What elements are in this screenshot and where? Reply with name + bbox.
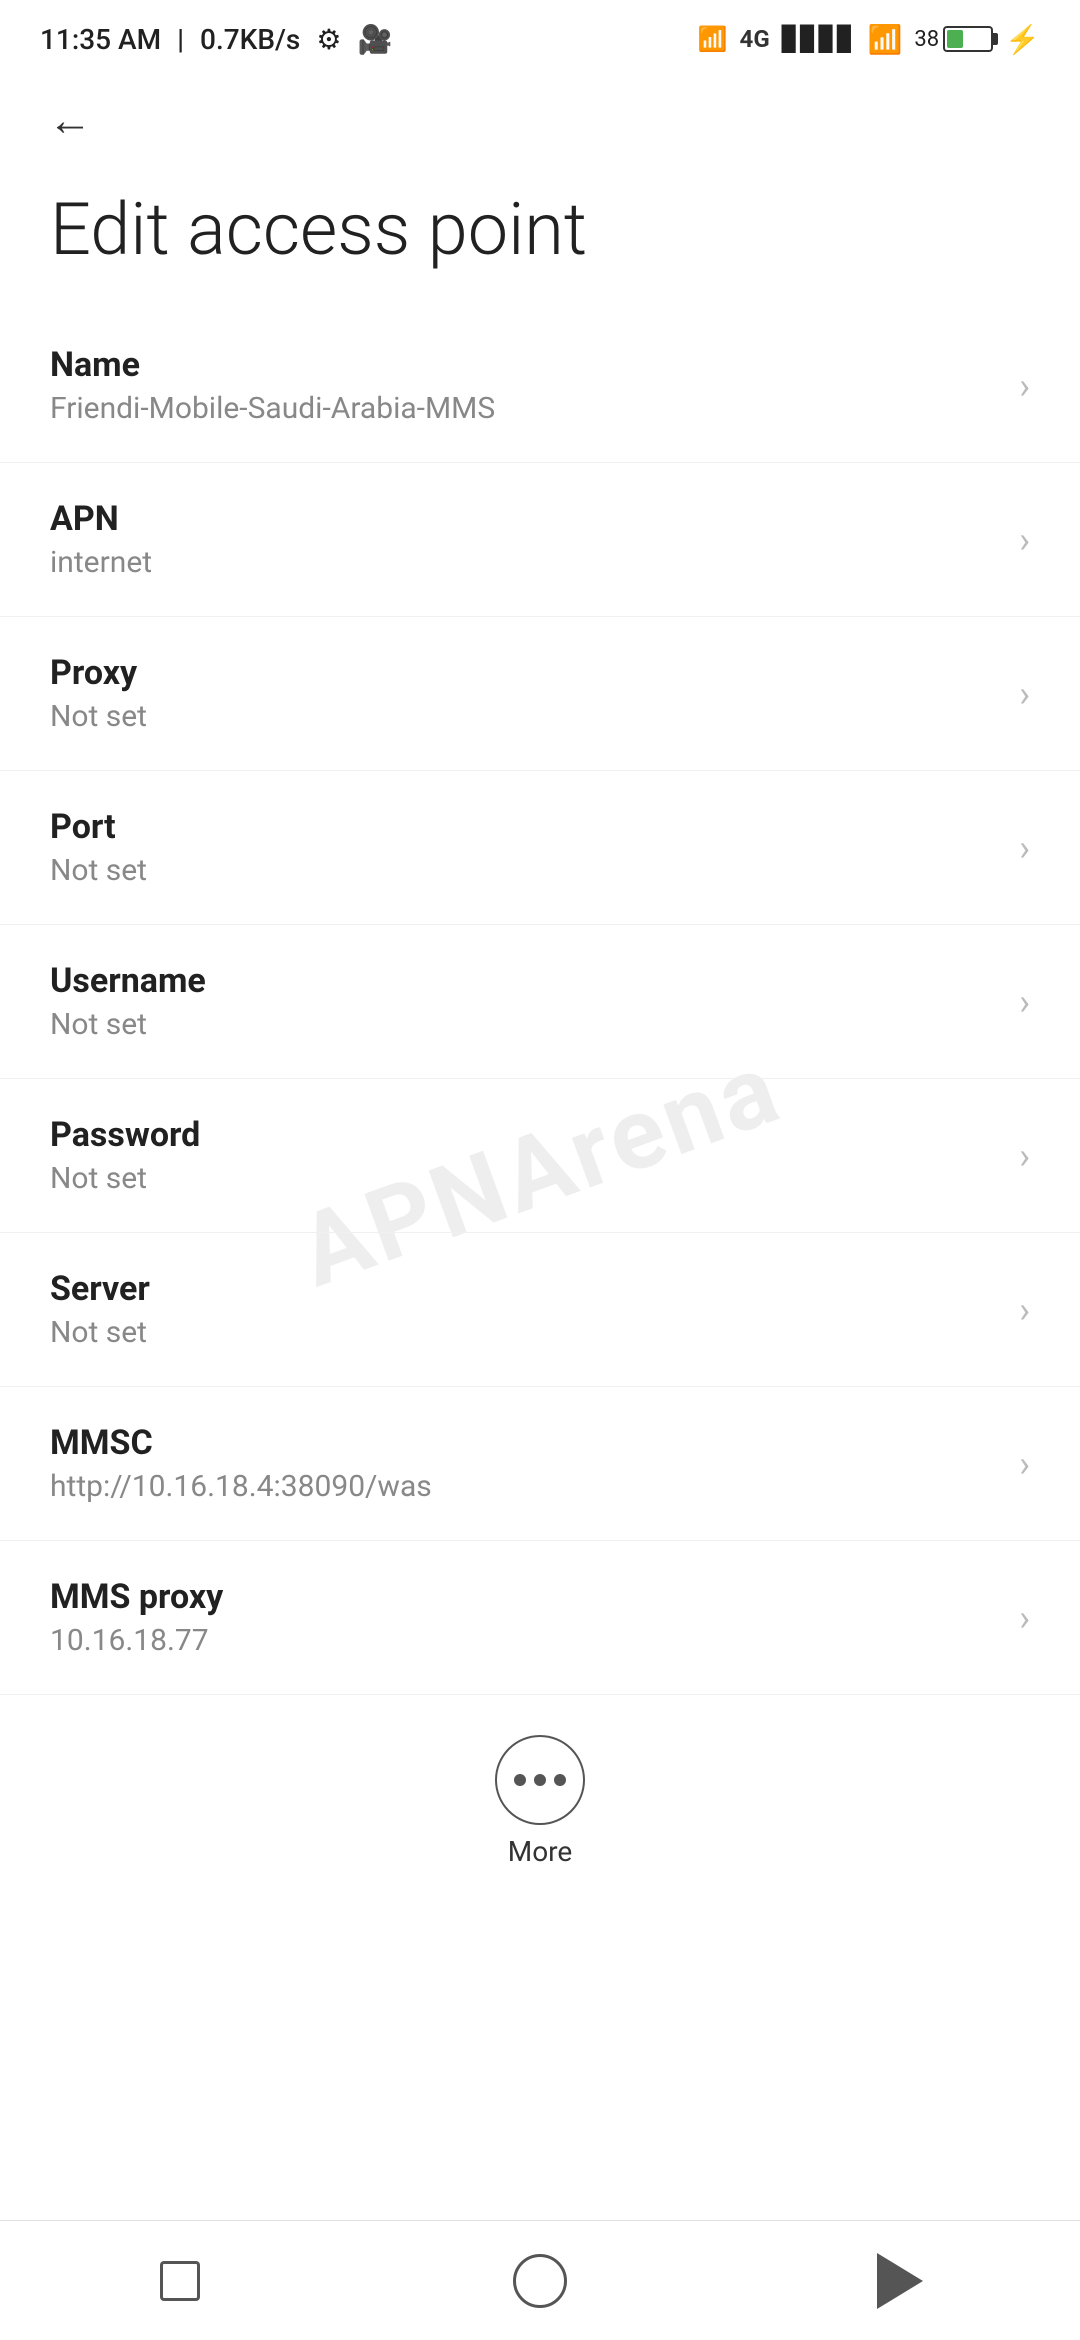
item-content-name: Name Friendi-Mobile-Saudi-Arabia-MMS bbox=[50, 345, 999, 426]
settings-list: Name Friendi-Mobile-Saudi-Arabia-MMS › A… bbox=[0, 309, 1080, 1695]
item-label-proxy: Proxy bbox=[50, 653, 999, 693]
item-value-port: Not set bbox=[50, 853, 999, 888]
back-button[interactable]: ← bbox=[40, 90, 100, 150]
chevron-icon-server: › bbox=[1019, 1289, 1030, 1331]
settings-item-port[interactable]: Port Not set › bbox=[0, 771, 1080, 925]
item-value-name: Friendi-Mobile-Saudi-Arabia-MMS bbox=[50, 391, 999, 426]
nav-back-button[interactable] bbox=[860, 2241, 940, 2321]
item-content-server: Server Not set bbox=[50, 1269, 999, 1350]
recents-icon bbox=[160, 2261, 200, 2301]
chevron-icon-apn: › bbox=[1019, 519, 1030, 561]
item-label-mmsc: MMSC bbox=[50, 1423, 999, 1463]
settings-icon: ⚙ bbox=[316, 23, 341, 56]
chevron-icon-name: › bbox=[1019, 365, 1030, 407]
chevron-icon-mmsc: › bbox=[1019, 1443, 1030, 1485]
more-dots-icon bbox=[514, 1774, 566, 1786]
battery-icon bbox=[943, 26, 993, 52]
battery-percent: 38 bbox=[914, 27, 939, 52]
item-value-password: Not set bbox=[50, 1161, 999, 1196]
status-speed: | bbox=[177, 23, 184, 56]
back-icon bbox=[877, 2253, 923, 2309]
battery-container: 38 bbox=[914, 26, 993, 52]
settings-item-server[interactable]: Server Not set › bbox=[0, 1233, 1080, 1387]
more-section: More bbox=[0, 1695, 1080, 1888]
item-content-password: Password Not set bbox=[50, 1115, 999, 1196]
settings-item-apn[interactable]: APN internet › bbox=[0, 463, 1080, 617]
status-data-speed: 0.7KB/s bbox=[200, 23, 300, 56]
status-right: 📶 4G ▊▊▊▊ 📶 38 ⚡ bbox=[698, 23, 1040, 56]
settings-item-mmsc[interactable]: MMSC http://10.16.18.4:38090/was › bbox=[0, 1387, 1080, 1541]
settings-item-password[interactable]: Password Not set › bbox=[0, 1079, 1080, 1233]
settings-item-mms-proxy[interactable]: MMS proxy 10.16.18.77 › bbox=[0, 1541, 1080, 1695]
signal-bars-icon: ▊▊▊▊ bbox=[782, 25, 856, 53]
status-bar: 11:35 AM | 0.7KB/s ⚙ 🎥 📶 4G ▊▊▊▊ 📶 38 ⚡ bbox=[0, 0, 1080, 70]
item-label-port: Port bbox=[50, 807, 999, 847]
nav-home-button[interactable] bbox=[500, 2241, 580, 2321]
item-value-mms-proxy: 10.16.18.77 bbox=[50, 1623, 999, 1658]
chevron-icon-username: › bbox=[1019, 981, 1030, 1023]
bluetooth-icon: 📶 bbox=[698, 25, 728, 53]
item-label-apn: APN bbox=[50, 499, 999, 539]
charging-icon: ⚡ bbox=[1005, 23, 1040, 56]
more-button[interactable] bbox=[495, 1735, 585, 1825]
item-content-proxy: Proxy Not set bbox=[50, 653, 999, 734]
chevron-icon-proxy: › bbox=[1019, 673, 1030, 715]
chevron-icon-port: › bbox=[1019, 827, 1030, 869]
item-content-mms-proxy: MMS proxy 10.16.18.77 bbox=[50, 1577, 999, 1658]
item-content-mmsc: MMSC http://10.16.18.4:38090/was bbox=[50, 1423, 999, 1504]
nav-recents-button[interactable] bbox=[140, 2241, 220, 2321]
page-title: Edit access point bbox=[0, 170, 1080, 309]
top-nav: ← bbox=[0, 70, 1080, 170]
home-icon bbox=[513, 2254, 567, 2308]
item-label-server: Server bbox=[50, 1269, 999, 1309]
item-label-password: Password bbox=[50, 1115, 999, 1155]
settings-item-name[interactable]: Name Friendi-Mobile-Saudi-Arabia-MMS › bbox=[0, 309, 1080, 463]
item-value-apn: internet bbox=[50, 545, 999, 580]
chevron-icon-mms-proxy: › bbox=[1019, 1597, 1030, 1639]
status-time: 11:35 AM bbox=[40, 23, 161, 56]
chevron-icon-password: › bbox=[1019, 1135, 1030, 1177]
wifi-icon: 📶 bbox=[868, 23, 903, 56]
status-left: 11:35 AM | 0.7KB/s ⚙ 🎥 bbox=[40, 23, 392, 56]
item-value-username: Not set bbox=[50, 1007, 999, 1042]
settings-item-username[interactable]: Username Not set › bbox=[0, 925, 1080, 1079]
item-label-username: Username bbox=[50, 961, 999, 1001]
more-label: More bbox=[508, 1835, 573, 1868]
item-label-name: Name bbox=[50, 345, 999, 385]
signal-4g-icon: 4G bbox=[740, 25, 770, 53]
bottom-nav bbox=[0, 2220, 1080, 2340]
item-content-apn: APN internet bbox=[50, 499, 999, 580]
item-content-username: Username Not set bbox=[50, 961, 999, 1042]
item-value-proxy: Not set bbox=[50, 699, 999, 734]
item-content-port: Port Not set bbox=[50, 807, 999, 888]
item-label-mms-proxy: MMS proxy bbox=[50, 1577, 999, 1617]
item-value-mmsc: http://10.16.18.4:38090/was bbox=[50, 1469, 999, 1504]
item-value-server: Not set bbox=[50, 1315, 999, 1350]
camera-icon: 🎥 bbox=[357, 23, 392, 56]
settings-item-proxy[interactable]: Proxy Not set › bbox=[0, 617, 1080, 771]
back-arrow-icon: ← bbox=[48, 98, 92, 142]
